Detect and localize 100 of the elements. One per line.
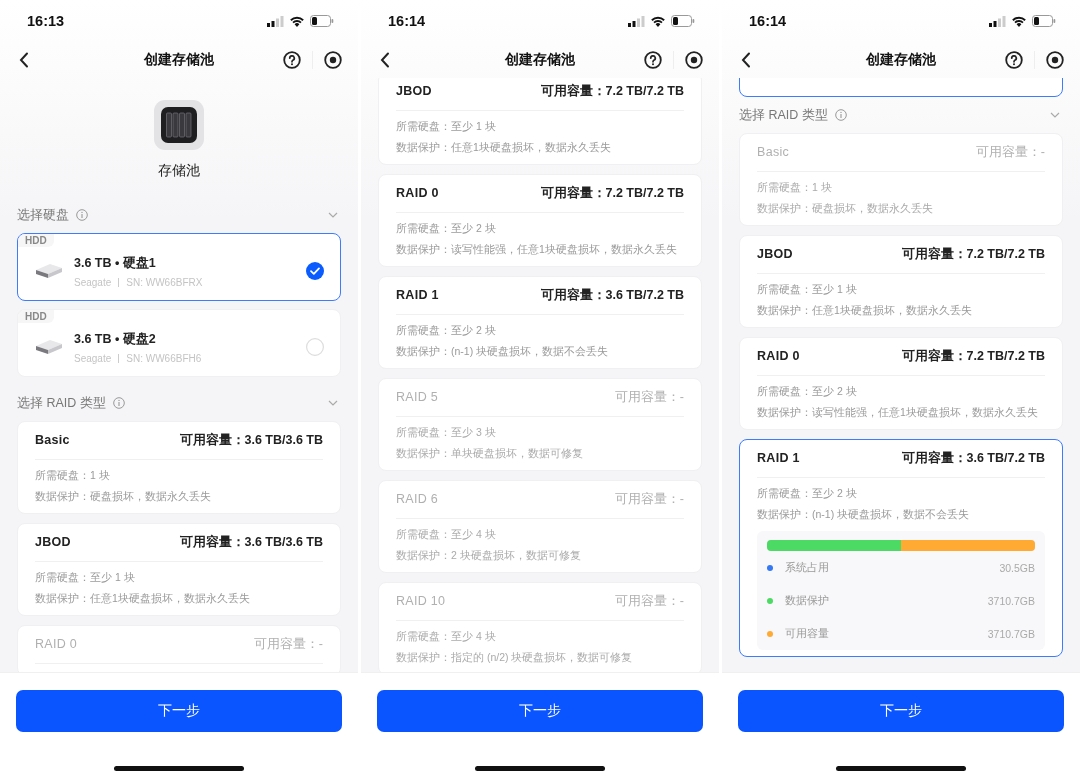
raid-card[interactable]: RAID 1 可用容量：3.6 TB/7.2 TB 所需硬盘：至少 2 块 数据保护：(n-1) 块硬盘损坏，数据不会丢失 系统占用 30.5GB 数据保护 3710.7GB 可用容量 3710.7GB xyxy=(739,439,1063,657)
wifi-icon xyxy=(289,15,305,27)
capacity-text: 可用容量：3.6 TB/7.2 TB xyxy=(540,286,684,304)
screen-title: 创建存储池 xyxy=(505,51,575,69)
raid-card[interactable]: JBOD 可用容量：3.6 TB/3.6 TB 所需硬盘：至少 1 块 数据保护：任意1块硬盘损坏，数据永久丢失 xyxy=(17,523,341,616)
raid-name: JBOD xyxy=(757,247,793,261)
disk-type-tag: HDD xyxy=(18,234,54,247)
protection-text: 数据保护：任意1块硬盘损坏，数据永久丢失 xyxy=(757,303,973,318)
required-disks-text: 所需硬盘：至少 1 块 xyxy=(396,119,497,134)
capacity-text: 可用容量：- xyxy=(614,490,684,508)
legend-value: 30.5GB xyxy=(999,561,1035,574)
raid-name: RAID 1 xyxy=(757,451,800,465)
required-disks-text: 所需硬盘：至少 3 块 xyxy=(396,425,497,440)
raid-card[interactable]: RAID 0 可用容量：7.2 TB/7.2 TB 所需硬盘：至少 2 块 数据保护：读写性能强，任意1块硬盘损坏，数据永久丢失 xyxy=(739,337,1063,430)
raid-card[interactable]: JBOD 可用容量：7.2 TB/7.2 TB 所需硬盘：至少 1 块 数据保护：任意1块硬盘损坏，数据永久丢失 xyxy=(378,78,702,165)
disk-vendor: Seagate xyxy=(74,277,112,288)
capacity-text: 可用容量：- xyxy=(253,635,323,653)
disk-name: 3.6 TB • 硬盘2 xyxy=(74,331,157,348)
capacity-text: 可用容量：7.2 TB/7.2 TB xyxy=(901,347,1045,365)
legend-label: 系统占用 xyxy=(785,560,829,575)
capacity-text: 可用容量：3.6 TB/3.6 TB xyxy=(179,533,323,551)
section-title: 选择 RAID 类型 xyxy=(17,394,106,412)
signal-icon xyxy=(989,15,1006,27)
raid-name: JBOD xyxy=(35,535,71,549)
raid-name: RAID 6 xyxy=(396,492,439,506)
required-disks-text: 所需硬盘：1 块 xyxy=(757,180,833,195)
screen-title: 创建存储池 xyxy=(866,51,936,69)
disk-serial: SN: WW66BFH6 xyxy=(126,353,202,364)
protection-text: 数据保护：硬盘损坏，数据永久丢失 xyxy=(35,489,212,504)
screen-title: 创建存储池 xyxy=(144,51,214,69)
hard-drive-icon xyxy=(35,338,63,356)
required-disks-text: 所需硬盘：至少 4 块 xyxy=(396,629,497,644)
capacity-text: 可用容量：7.2 TB/7.2 TB xyxy=(540,184,684,202)
help-button[interactable] xyxy=(642,49,664,71)
disk-card[interactable]: HDD 3.6 TB • 硬盘1 Seagate SN: WW66BFRX xyxy=(17,233,341,301)
capacity-text: 可用容量：3.6 TB/7.2 TB xyxy=(901,449,1045,467)
next-button[interactable]: 下一步 xyxy=(738,690,1064,732)
raid-name: RAID 0 xyxy=(757,349,800,363)
battery-icon xyxy=(671,15,695,27)
raid-name: JBOD xyxy=(396,84,432,98)
raid-name: RAID 5 xyxy=(396,390,439,404)
disk-type-tag: HDD xyxy=(18,310,54,323)
protection-text: 数据保护：读写性能强，任意1块硬盘损坏，数据永久丢失 xyxy=(757,405,1039,420)
back-button[interactable] xyxy=(378,50,392,70)
capacity-text: 可用容量：- xyxy=(975,143,1045,161)
status-time: 16:14 xyxy=(749,13,787,29)
protection-text: 数据保护：(n-1) 块硬盘损坏，数据不会丢失 xyxy=(396,344,610,359)
back-button[interactable] xyxy=(17,50,31,70)
raid-name: RAID 10 xyxy=(396,594,446,608)
capacity-text: 可用容量：- xyxy=(614,592,684,610)
protection-text: 数据保护：单块硬盘损坏，数据可修复 xyxy=(396,446,584,461)
disk-name: 3.6 TB • 硬盘1 xyxy=(74,255,157,272)
legend-label: 数据保护 xyxy=(785,593,829,608)
section-title: 选择硬盘 xyxy=(17,206,69,224)
radio-icon[interactable] xyxy=(306,338,324,356)
protection-text: 数据保护：任意1块硬盘损坏，数据永久丢失 xyxy=(396,140,612,155)
raid-card[interactable]: Basic 可用容量：3.6 TB/3.6 TB 所需硬盘：1 块 数据保护：硬盘损坏，数据永久丢失 xyxy=(17,421,341,514)
required-disks-text: 所需硬盘：至少 2 块 xyxy=(396,323,497,338)
raid-card[interactable]: RAID 0 可用容量：7.2 TB/7.2 TB 所需硬盘：至少 2 块 数据保护：读写性能强，任意1块硬盘损坏，数据永久丢失 xyxy=(378,174,702,267)
protection-text: 数据保护：读写性能强，任意1块硬盘损坏，数据永久丢失 xyxy=(396,242,678,257)
next-button[interactable]: 下一步 xyxy=(16,690,342,732)
legend-label: 可用容量 xyxy=(785,626,829,641)
protection-text: 数据保护：任意1块硬盘损坏，数据永久丢失 xyxy=(35,591,251,606)
help-button[interactable] xyxy=(1003,49,1025,71)
status-time: 16:14 xyxy=(388,13,426,29)
protection-text: 数据保护：指定的 (n/2) 块硬盘损坏，数据可修复 xyxy=(396,650,634,665)
disk-vendor: Seagate xyxy=(74,353,112,364)
record-button[interactable] xyxy=(1044,49,1066,71)
raid-card[interactable]: JBOD 可用容量：7.2 TB/7.2 TB 所需硬盘：至少 1 块 数据保护：任意1块硬盘损坏，数据永久丢失 xyxy=(739,235,1063,328)
battery-icon xyxy=(1032,15,1056,27)
disk-card[interactable]: HDD 3.6 TB • 硬盘2 Seagate SN: WW66BFH6 xyxy=(17,309,341,377)
required-disks-text: 所需硬盘：至少 1 块 xyxy=(35,570,136,585)
protection-text: 数据保护：硬盘损坏，数据永久丢失 xyxy=(757,201,934,216)
raid-name: RAID 0 xyxy=(35,637,78,651)
raid-name: Basic xyxy=(35,433,70,447)
legend-value: 3710.7GB xyxy=(987,594,1035,607)
checked-radio-icon[interactable] xyxy=(306,262,324,280)
required-disks-text: 所需硬盘：至少 2 块 xyxy=(757,486,858,501)
signal-icon xyxy=(267,15,284,27)
raid-name: RAID 1 xyxy=(396,288,439,302)
raid-card[interactable]: RAID 1 可用容量：3.6 TB/7.2 TB 所需硬盘：至少 2 块 数据保护：(n-1) 块硬盘损坏，数据不会丢失 xyxy=(378,276,702,369)
help-button[interactable] xyxy=(281,49,303,71)
required-disks-text: 所需硬盘：1 块 xyxy=(35,468,111,483)
capacity-text: 可用容量：3.6 TB/3.6 TB xyxy=(179,431,323,449)
capacity-text: 可用容量：7.2 TB/7.2 TB xyxy=(540,82,684,100)
required-disks-text: 所需硬盘：至少 2 块 xyxy=(396,221,497,236)
raid-name: RAID 0 xyxy=(396,186,439,200)
signal-icon xyxy=(628,15,645,27)
legend-value: 3710.7GB xyxy=(987,627,1035,640)
record-button[interactable] xyxy=(322,49,344,71)
back-button[interactable] xyxy=(739,50,753,70)
required-disks-text: 所需硬盘：至少 4 块 xyxy=(396,527,497,542)
next-button[interactable]: 下一步 xyxy=(377,690,703,732)
battery-icon xyxy=(310,15,334,27)
disk-serial: SN: WW66BFRX xyxy=(126,277,203,288)
wifi-icon xyxy=(650,15,666,27)
storage-pool-icon xyxy=(154,100,204,150)
record-button[interactable] xyxy=(683,49,705,71)
required-disks-text: 所需硬盘：至少 2 块 xyxy=(757,384,858,399)
pool-label: 存储池 xyxy=(158,161,200,180)
